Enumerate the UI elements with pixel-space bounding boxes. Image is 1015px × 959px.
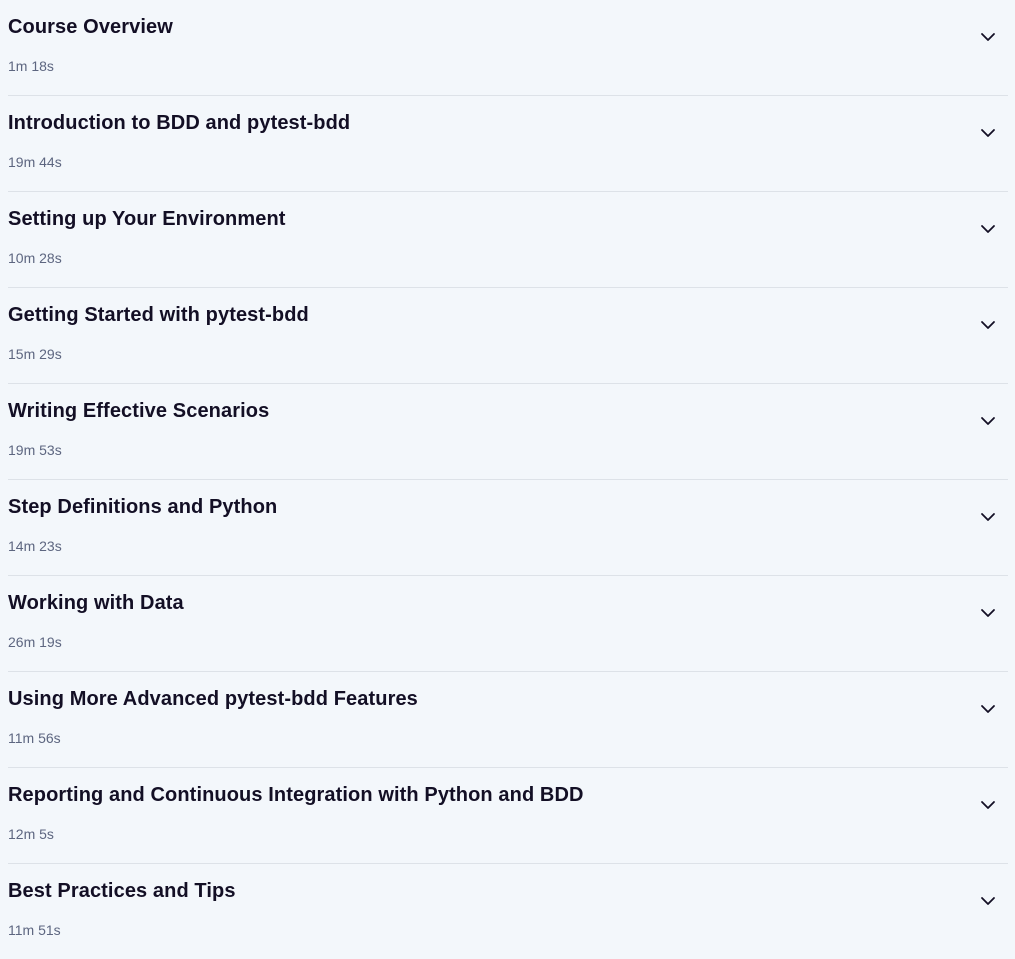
chevron-down-icon[interactable]: [978, 603, 998, 623]
chevron-down-icon[interactable]: [978, 891, 998, 911]
module-duration: 11m 51s: [8, 922, 61, 938]
module-item-setting-up-environment[interactable]: Setting up Your Environment 10m 28s: [8, 192, 1008, 288]
module-item-course-overview[interactable]: Course Overview 1m 18s: [8, 0, 1008, 96]
course-module-list: Course Overview 1m 18s Introduction to B…: [8, 0, 1008, 959]
module-duration: 10m 28s: [8, 250, 62, 266]
module-title: Best Practices and Tips: [8, 880, 236, 902]
module-item-introduction-to-bdd[interactable]: Introduction to BDD and pytest-bdd 19m 4…: [8, 96, 1008, 192]
module-title: Step Definitions and Python: [8, 496, 278, 518]
module-duration: 19m 53s: [8, 442, 62, 458]
module-item-working-with-data[interactable]: Working with Data 26m 19s: [8, 576, 1008, 672]
module-duration: 15m 29s: [8, 346, 62, 362]
module-item-advanced-features[interactable]: Using More Advanced pytest-bdd Features …: [8, 672, 1008, 768]
module-title: Reporting and Continuous Integration wit…: [8, 784, 584, 806]
chevron-down-icon[interactable]: [978, 411, 998, 431]
chevron-down-icon[interactable]: [978, 219, 998, 239]
module-duration: 12m 5s: [8, 826, 54, 842]
module-title: Course Overview: [8, 16, 173, 38]
module-duration: 19m 44s: [8, 154, 62, 170]
module-duration: 11m 56s: [8, 730, 61, 746]
chevron-down-icon[interactable]: [978, 315, 998, 335]
module-item-getting-started[interactable]: Getting Started with pytest-bdd 15m 29s: [8, 288, 1008, 384]
module-item-writing-effective-scenarios[interactable]: Writing Effective Scenarios 19m 53s: [8, 384, 1008, 480]
chevron-down-icon[interactable]: [978, 699, 998, 719]
chevron-down-icon[interactable]: [978, 123, 998, 143]
chevron-down-icon[interactable]: [978, 795, 998, 815]
chevron-down-icon[interactable]: [978, 507, 998, 527]
module-title: Using More Advanced pytest-bdd Features: [8, 688, 418, 710]
module-title: Setting up Your Environment: [8, 208, 286, 230]
module-title: Introduction to BDD and pytest-bdd: [8, 112, 351, 134]
module-title: Writing Effective Scenarios: [8, 400, 270, 422]
module-title: Getting Started with pytest-bdd: [8, 304, 309, 326]
module-duration: 1m 18s: [8, 58, 54, 74]
module-item-reporting-and-ci[interactable]: Reporting and Continuous Integration wit…: [8, 768, 1008, 864]
chevron-down-icon[interactable]: [978, 27, 998, 47]
module-item-step-definitions[interactable]: Step Definitions and Python 14m 23s: [8, 480, 1008, 576]
module-item-best-practices[interactable]: Best Practices and Tips 11m 51s: [8, 864, 1008, 959]
module-duration: 26m 19s: [8, 634, 62, 650]
module-duration: 14m 23s: [8, 538, 62, 554]
module-title: Working with Data: [8, 592, 184, 614]
